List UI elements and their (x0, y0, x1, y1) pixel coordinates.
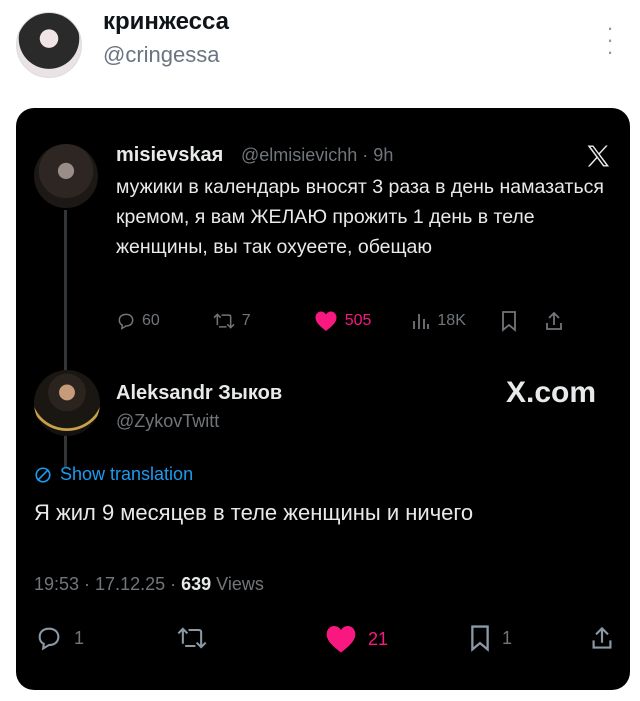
quoted-like-button[interactable]: 505 (313, 310, 372, 332)
quoted-views-button[interactable]: 18K (411, 311, 466, 331)
show-translation-link[interactable]: Show translation (34, 464, 193, 485)
quoted-like-count: 505 (344, 312, 372, 329)
quoted-tweet-text: мужики в календарь вносят 3 раза в день … (116, 176, 604, 258)
x-logo-icon (587, 145, 610, 167)
screenshot-card: misievskaя @elmisievichh · 9h мужики в к… (16, 108, 630, 690)
reply-reply-count: 1 (74, 627, 85, 648)
share-icon (592, 626, 612, 649)
outer-handle[interactable]: @cringessa (103, 42, 220, 68)
quoted-repost-button[interactable]: 7 (212, 311, 251, 331)
reply-actions: 1 21 1 (34, 618, 614, 658)
quoted-reply-button[interactable]: 60 (116, 311, 160, 331)
quoted-avatar[interactable] (34, 144, 98, 208)
xcom-brand: X.com (506, 376, 597, 409)
more-icon[interactable]: · · · (598, 17, 622, 63)
outer-avatar[interactable] (16, 12, 82, 78)
bookmark-icon[interactable] (500, 310, 518, 332)
quoted-handle-time[interactable]: @elmisievichh · 9h (241, 145, 393, 166)
reply-reply-button[interactable]: 1 (34, 624, 84, 652)
translate-icon (35, 466, 51, 483)
reply-meta: 19:53 · 17.12.25 · 639 Views (34, 574, 264, 595)
reply-time-date[interactable]: 19:53 · 17.12.25 · (34, 574, 181, 594)
like-icon (315, 311, 337, 331)
reply-handle[interactable]: @ZykovTwitt (116, 411, 219, 432)
quoted-reply-count: 60 (142, 312, 160, 329)
reply-bookmark-button[interactable]: 1 (468, 624, 512, 652)
reply-avatar[interactable] (34, 370, 100, 436)
reply-icon (38, 627, 60, 651)
outer-post-header: кринжесса @cringessa · · · (0, 0, 640, 108)
repost-icon (213, 313, 235, 329)
reply-icon (118, 313, 134, 330)
outer-display-name[interactable]: кринжесса (103, 8, 229, 36)
reply-tweet-text: Я жил 9 месяцев в теле женщины и ничего (34, 500, 474, 525)
bookmark-icon (471, 625, 489, 652)
reply-bookmark-count: 1 (502, 627, 513, 648)
repost-icon (177, 627, 207, 649)
reply-share-button[interactable] (590, 624, 614, 652)
reply-like-button[interactable]: 21 (324, 624, 388, 654)
quoted-actions: 60 7 505 18K (116, 310, 564, 332)
views-icon (413, 314, 430, 329)
share-icon[interactable] (544, 310, 564, 332)
like-icon (326, 626, 356, 653)
reply-like-count: 21 (368, 628, 389, 649)
quoted-views-count: 18K (437, 312, 466, 329)
show-translation-label: Show translation (60, 464, 194, 484)
reply-views-count: 639 (181, 574, 212, 594)
quoted-display-name[interactable]: misievskaя (116, 144, 223, 167)
quoted-repost-count: 7 (241, 312, 251, 329)
reply-display-name[interactable]: Aleksandr Зыков (116, 382, 282, 405)
reply-views-label: Views (211, 574, 264, 594)
reply-repost-button[interactable] (176, 624, 208, 652)
